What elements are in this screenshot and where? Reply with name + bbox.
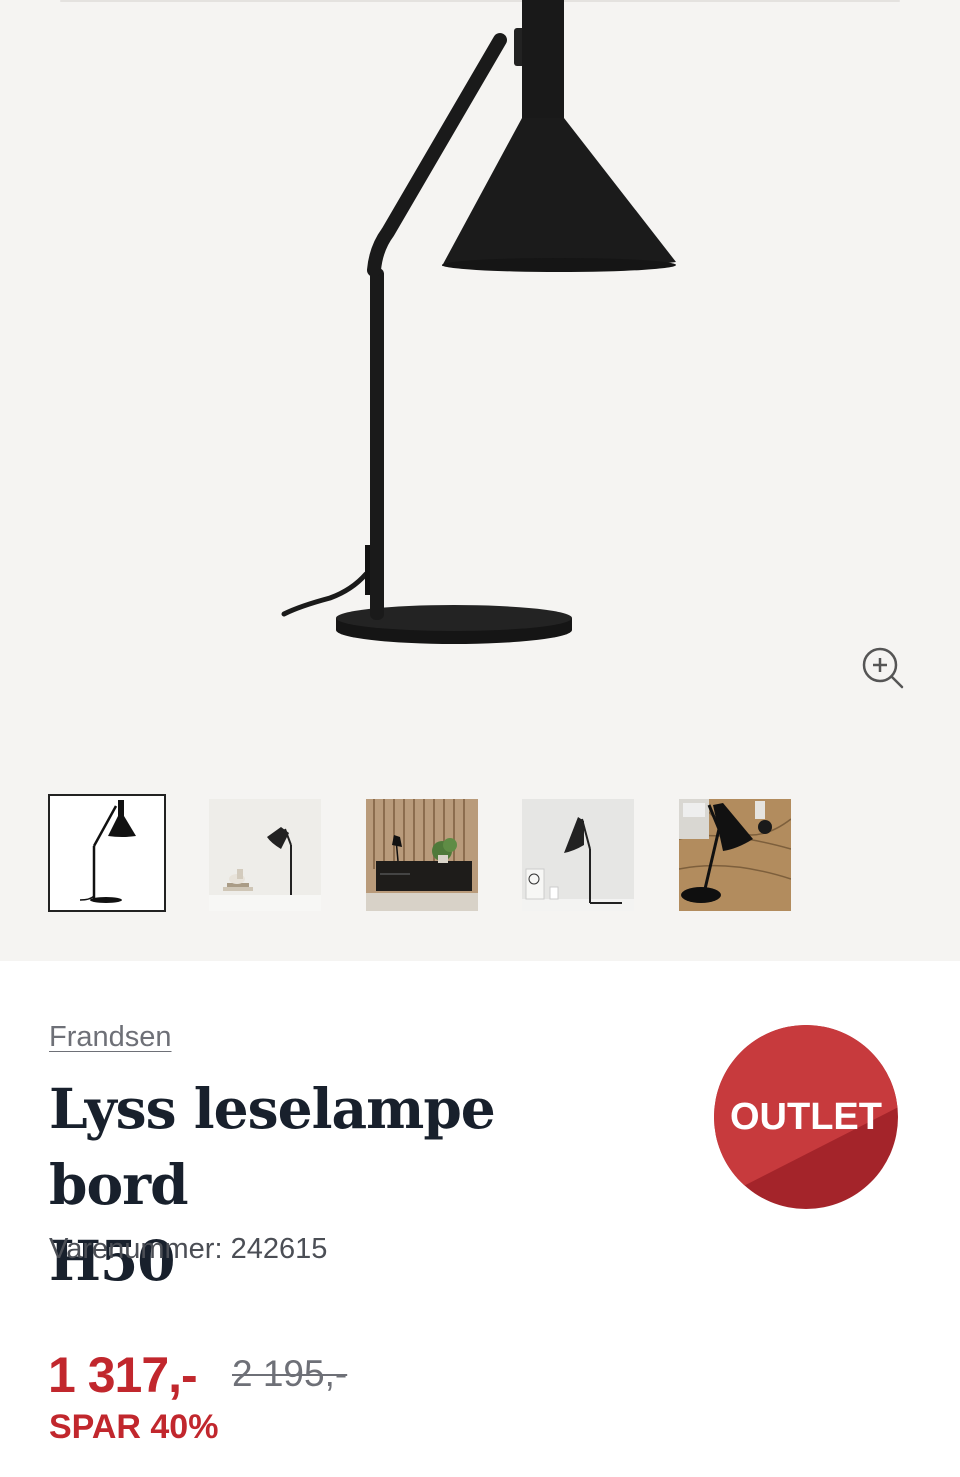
thumbnail-5-image	[679, 799, 791, 911]
savings-label: SPAR 40%	[49, 1408, 219, 1446]
thumbnail-3-image	[366, 799, 478, 911]
outlet-badge-label: OUTLET	[730, 1095, 882, 1138]
product-sku: Varenummer: 242615	[49, 1233, 328, 1265]
thumbnail-1-image	[50, 796, 164, 910]
zoom-in-icon	[862, 647, 904, 689]
thumbnail-1[interactable]	[48, 794, 166, 912]
thumbnail-2[interactable]	[209, 799, 321, 911]
thumbnail-2-image	[209, 799, 321, 911]
product-title-line-1: Lyss leselampe bord	[49, 1076, 496, 1217]
zoom-button[interactable]	[856, 642, 908, 694]
product-gallery	[0, 0, 960, 961]
sale-price: 1 317,-	[48, 1347, 198, 1403]
original-price: 2 195,-	[232, 1353, 348, 1394]
thumbnail-3[interactable]	[366, 799, 478, 911]
thumbnail-5[interactable]	[679, 799, 791, 911]
thumbnail-4-image	[522, 799, 634, 911]
desk-lamp-image	[281, 0, 676, 644]
outlet-badge: OUTLET	[714, 1025, 898, 1209]
main-product-image[interactable]	[0, 0, 960, 760]
thumbnail-4[interactable]	[522, 799, 634, 911]
brand-link[interactable]: Frandsen	[49, 1021, 172, 1054]
product-info: Frandsen Lyss leselampe bord H50 Varenum…	[0, 961, 960, 1477]
